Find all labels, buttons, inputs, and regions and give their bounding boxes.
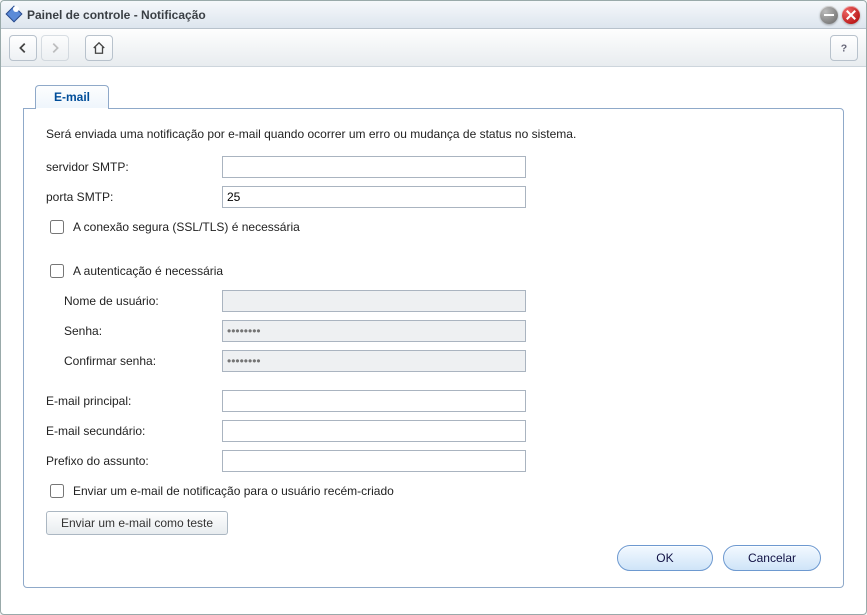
auth-required-label[interactable]: A autenticação é necessária	[73, 264, 223, 278]
ssl-required-checkbox[interactable]	[50, 220, 64, 234]
tab-email[interactable]: E-mail	[35, 85, 109, 109]
auth-required-checkbox[interactable]	[50, 264, 64, 278]
help-button[interactable]: ?	[830, 35, 858, 61]
secondary-email-input[interactable]	[222, 420, 526, 442]
arrow-left-icon	[16, 41, 30, 55]
row-primary-email: E-mail principal:	[46, 389, 821, 413]
smtp-port-label: porta SMTP:	[46, 190, 222, 204]
password-input	[222, 320, 526, 342]
smtp-server-label: servidor SMTP:	[46, 160, 222, 174]
primary-email-input[interactable]	[222, 390, 526, 412]
row-subject-prefix: Prefixo do assunto:	[46, 449, 821, 473]
dialog-window: Painel de controle - Notificação ? E-mai…	[0, 0, 867, 615]
row-password: Senha:	[46, 319, 821, 343]
test-button-row: Enviar um e-mail como teste	[46, 511, 821, 535]
row-ssl-required: A conexão segura (SSL/TLS) é necessária	[46, 217, 821, 237]
home-icon	[92, 41, 106, 55]
ssl-required-label[interactable]: A conexão segura (SSL/TLS) é necessária	[73, 220, 300, 234]
send-new-user-checkbox[interactable]	[50, 484, 64, 498]
control-panel-icon	[7, 7, 23, 23]
titlebar-buttons	[820, 6, 860, 24]
close-button[interactable]	[842, 6, 860, 24]
content-area: E-mail Será enviada uma notificação por …	[1, 67, 866, 614]
toolbar: ?	[1, 29, 866, 67]
svg-text:?: ?	[841, 42, 847, 54]
row-smtp-port: porta SMTP:	[46, 185, 821, 209]
password-label: Senha:	[64, 324, 222, 338]
tab-panel-email: Será enviada uma notificação por e-mail …	[23, 108, 844, 588]
username-label: Nome de usuário:	[64, 294, 222, 308]
secondary-email-label: E-mail secundário:	[46, 424, 222, 438]
subject-prefix-input[interactable]	[222, 450, 526, 472]
ok-button[interactable]: OK	[617, 545, 713, 571]
window-title: Painel de controle - Notificação	[27, 8, 820, 22]
smtp-server-input[interactable]	[222, 156, 526, 178]
username-input	[222, 290, 526, 312]
row-smtp-server: servidor SMTP:	[46, 155, 821, 179]
primary-email-label: E-mail principal:	[46, 394, 222, 408]
subject-prefix-label: Prefixo do assunto:	[46, 454, 222, 468]
row-send-new-user: Enviar um e-mail de notificação para o u…	[46, 481, 821, 501]
confirm-password-input	[222, 350, 526, 372]
row-auth-required: A autenticação é necessária	[46, 261, 821, 281]
send-test-email-button[interactable]: Enviar um e-mail como teste	[46, 511, 228, 535]
home-button[interactable]	[85, 35, 113, 61]
cancel-button[interactable]: Cancelar	[723, 545, 821, 571]
dialog-button-row: OK Cancelar	[617, 545, 821, 571]
row-secondary-email: E-mail secundário:	[46, 419, 821, 443]
back-button[interactable]	[9, 35, 37, 61]
tab-strip: E-mail	[23, 85, 844, 108]
send-new-user-label[interactable]: Enviar um e-mail de notificação para o u…	[73, 484, 394, 498]
arrow-right-icon	[48, 41, 62, 55]
help-icon: ?	[837, 41, 851, 55]
row-confirm-password: Confirmar senha:	[46, 349, 821, 373]
row-username: Nome de usuário:	[46, 289, 821, 313]
minimize-button[interactable]	[820, 6, 838, 24]
forward-button[interactable]	[41, 35, 69, 61]
titlebar: Painel de controle - Notificação	[1, 1, 866, 29]
smtp-port-input[interactable]	[222, 186, 526, 208]
description-text: Será enviada uma notificação por e-mail …	[46, 127, 821, 141]
confirm-password-label: Confirmar senha:	[64, 354, 222, 368]
